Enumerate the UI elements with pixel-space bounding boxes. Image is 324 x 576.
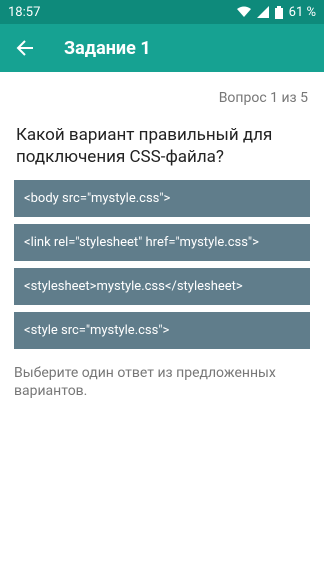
instruction-hint: Выберите один ответ из предложенных вари… bbox=[14, 365, 276, 399]
signal-icon bbox=[256, 6, 269, 18]
status-icons: 61 % bbox=[236, 4, 316, 20]
answer-options: <body src="mystyle.css"> <link rel="styl… bbox=[0, 168, 324, 349]
answer-option-2[interactable]: <link rel="stylesheet" href="mystyle.css… bbox=[14, 224, 310, 261]
battery-icon bbox=[274, 5, 283, 19]
screen-title: Задание 1 bbox=[64, 37, 151, 59]
question-text: Какой вариант правильный для подключения… bbox=[16, 125, 273, 167]
app-bar: Задание 1 bbox=[0, 24, 324, 72]
wifi-icon bbox=[236, 6, 251, 18]
answer-option-4[interactable]: <style src="mystyle.css"> bbox=[14, 312, 310, 349]
answer-option-3[interactable]: <stylesheet>mystyle.css</stylesheet> bbox=[14, 268, 310, 305]
answer-option-1[interactable]: <body src="mystyle.css"> bbox=[14, 180, 310, 217]
back-arrow-icon[interactable] bbox=[16, 36, 40, 60]
battery-percent: 61 % bbox=[288, 4, 316, 20]
question-progress: Вопрос 1 из 5 bbox=[218, 90, 308, 106]
status-bar: 18:57 61 % bbox=[0, 0, 324, 24]
status-time: 18:57 bbox=[8, 4, 41, 20]
